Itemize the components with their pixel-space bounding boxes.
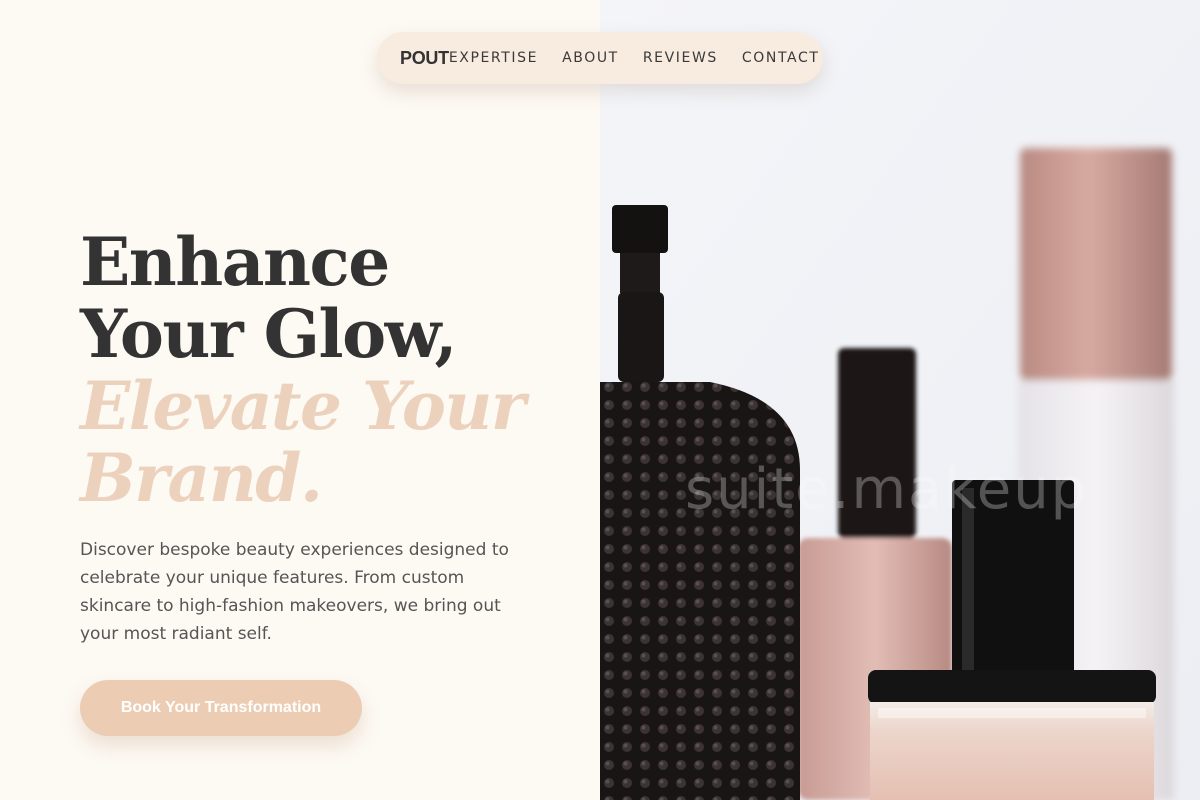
top-nav: POUT EXPERTISE ABOUT REVIEWS CONTACT — [377, 32, 823, 84]
hero-headline: Enhance Your Glow, Elevate Your Brand. — [80, 223, 526, 517]
brand-logo[interactable]: POUT — [400, 48, 449, 69]
headline-accent-line-1: Elevate Your — [80, 367, 526, 445]
svg-text:suite.makeup: suite.makeup — [685, 457, 1088, 522]
perfume-bottles-photo: suite.makeup — [600, 0, 1200, 800]
nav-link-contact[interactable]: CONTACT — [742, 50, 820, 66]
nav-link-reviews[interactable]: REVIEWS — [643, 50, 718, 66]
hero-image: suite.makeup — [600, 0, 1200, 800]
headline-accent-line-2: Brand. — [80, 439, 323, 517]
nav-link-about[interactable]: ABOUT — [562, 50, 619, 66]
headline-line-2: Your Glow, — [80, 295, 458, 373]
hero-description: Discover bespoke beauty experiences desi… — [80, 540, 509, 644]
book-transformation-button[interactable]: Book Your Transformation — [80, 680, 362, 736]
headline-line-1: Enhance — [80, 223, 390, 301]
nav-link-expertise[interactable]: EXPERTISE — [449, 50, 538, 66]
